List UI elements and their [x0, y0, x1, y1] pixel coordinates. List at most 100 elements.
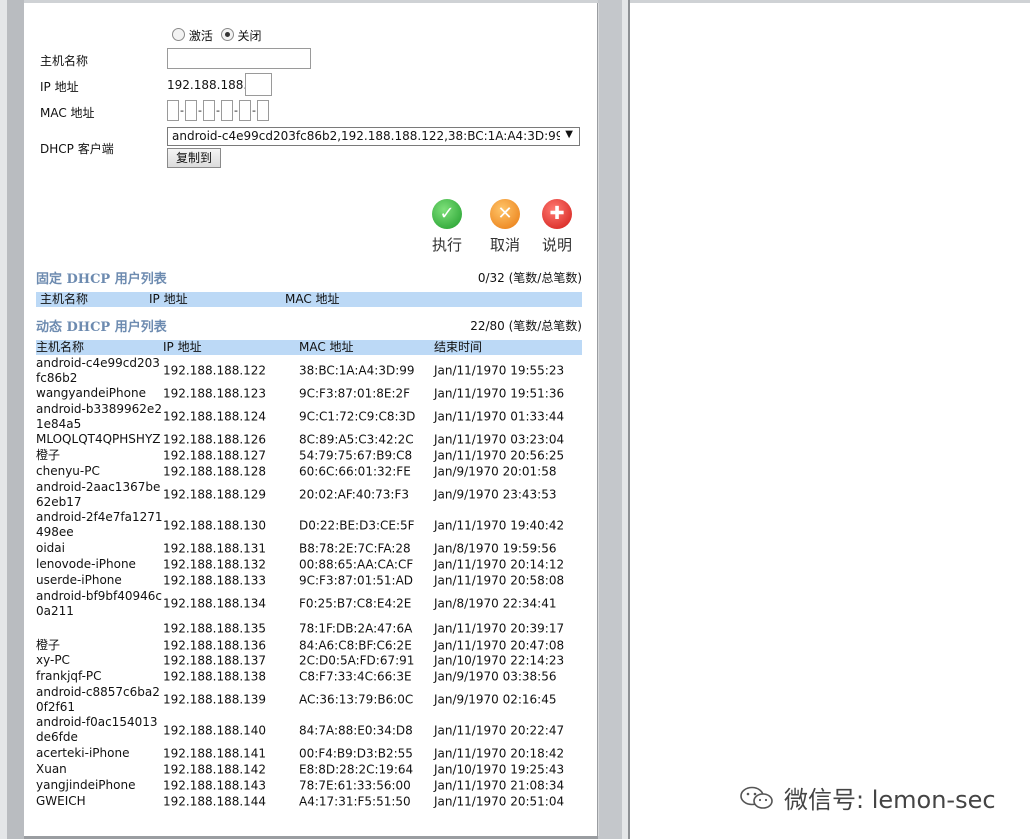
ip-last-octet-input[interactable] [245, 73, 272, 96]
cell-hostname: yangjindeiPhone [36, 778, 136, 792]
cell-mac: 78:7E:61:33:56:00 [299, 778, 411, 793]
cancel-label: 取消 [489, 236, 520, 254]
cell-ip: 192.188.188.126 [163, 432, 267, 447]
cell-ip: 192.188.188.131 [163, 541, 267, 556]
table-row: android-c4e99cd203fc86b2 192.188.188.122 3… [36, 356, 582, 386]
dynamic-list-header: 主机名称 IP 地址 MAC 地址 结束时间 [36, 340, 582, 355]
cancel-x-icon: ✕ [490, 199, 520, 229]
execute-button[interactable]: ✓ 执行 [427, 199, 467, 255]
help-button[interactable]: ✚ 说明 [537, 199, 577, 255]
cell-mac: 8C:89:A5:C3:42:2C [299, 432, 414, 447]
cell-ip: 192.188.188.122 [163, 363, 267, 378]
cell-ip: 192.188.188.135 [163, 621, 267, 635]
mac-octet-5-input[interactable] [239, 100, 251, 121]
cell-end-time: Jan/9/1970 23:43:53 [434, 487, 557, 502]
cell-mac: 20:02:AF:40:73:F3 [299, 487, 410, 502]
table-row: GWEICH 192.188.188.144 A4:17:31:F5:51:50 Ja… [36, 794, 582, 810]
cell-ip: 192.188.188.128 [163, 464, 267, 479]
cell-mac: 2C:D0:5A:FD:67:91 [299, 653, 415, 668]
wechat-icon [740, 786, 774, 810]
table-row: 橙子 192.188.188.127 54:79:75:67:B9:C8 Jan/11… [36, 448, 582, 464]
cell-hostname: oidai [36, 541, 65, 555]
cell-end-time: Jan/9/1970 20:01:58 [434, 464, 557, 479]
radio-close[interactable] [220, 28, 234, 41]
checkmark-icon: ✓ [432, 199, 462, 229]
column-header-mac: MAC 地址 [299, 340, 354, 354]
cell-mac: 84:A6:C8:BF:C6:2E [299, 638, 412, 652]
dhcp-client-label: DHCP 客户端 [40, 142, 114, 156]
mac-octet-1-input[interactable] [167, 100, 179, 121]
table-row: android-f0ac154013de6fde 192.188.188.140 8… [36, 715, 582, 746]
copy-to-button[interactable]: 复制到 [167, 148, 221, 168]
cell-hostname: chenyu-PC [36, 464, 100, 478]
cell-end-time: Jan/11/1970 20:39:17 [434, 621, 565, 635]
ip-prefix: 192.188.188. [167, 78, 248, 92]
cell-end-time: Jan/11/1970 20:51:04 [434, 794, 565, 809]
dynamic-dhcp-table: android-c4e99cd203fc86b2 192.188.188.122 3… [36, 356, 582, 810]
column-header-end-time: 结束时间 [434, 340, 483, 354]
dynamic-list-count: 22/80 (笔数/总笔数) [470, 319, 582, 333]
cell-end-time: Jan/10/1970 19:25:43 [434, 762, 565, 777]
table-row: acerteki-iPhone 192.188.188.141 00:F4:B9:D… [36, 746, 582, 762]
column-header-ip: IP 地址 [149, 292, 188, 306]
table-row: lenovode-iPhone 192.188.188.132 00:88:65:A… [36, 557, 582, 573]
ip-label: IP 地址 [40, 80, 79, 94]
mac-label: MAC 地址 [40, 106, 95, 120]
table-row: android-2f4e7fa1271498ee 192.188.188.130 D… [36, 510, 582, 541]
table-row: yangjindeiPhone 192.188.188.143 78:7E:61:3… [36, 778, 582, 794]
dropdown-arrow-icon: ▼ [565, 129, 573, 140]
cell-mac: 38:BC:1A:A4:3D:99 [299, 363, 415, 378]
cell-ip: 192.188.188.134 [163, 596, 267, 611]
plus-help-icon: ✚ [542, 199, 572, 229]
cell-hostname: GWEICH [36, 794, 86, 808]
table-row: 192.188.188.135 78:1F:DB:2A:47:6A Jan/11/1… [36, 619, 582, 638]
cell-hostname: MLOQLQT4QPHSHYZ [36, 432, 161, 446]
cell-mac: 78:1F:DB:2A:47:6A [299, 621, 413, 635]
cell-ip: 192.188.188.143 [163, 778, 267, 793]
radio-activate[interactable] [172, 28, 185, 41]
cell-end-time: Jan/9/1970 03:38:56 [434, 669, 557, 684]
cell-end-time: Jan/11/1970 19:40:42 [434, 518, 565, 532]
cell-end-time: Jan/11/1970 03:23:04 [434, 432, 565, 447]
cell-ip: 192.188.188.124 [163, 409, 267, 424]
mac-octet-4-input[interactable] [221, 100, 233, 121]
cell-hostname: android-2aac1367be62eb17 [36, 480, 161, 509]
table-row: android-c8857c6ba20f2f61 192.188.188.139 A… [36, 685, 582, 715]
mac-octet-6-input[interactable] [257, 100, 269, 121]
cell-mac: F0:25:B7:C8:E4:2E [299, 596, 412, 611]
cell-mac: D0:22:BE:D3:CE:5F [299, 518, 415, 532]
table-row: Xuan 192.188.188.142 E8:8D:28:2C:19:64 Jan/… [36, 762, 582, 778]
status-radio-group: 激活 关闭 [172, 27, 262, 44]
cell-mac: C8:F7:33:4C:66:3E [299, 669, 412, 684]
cell-ip: 192.188.188.129 [163, 487, 267, 502]
static-list-header: 主机名称 IP 地址 MAC 地址 [36, 292, 582, 307]
table-row: userde-iPhone 192.188.188.133 9C:F3:87:01:… [36, 573, 582, 589]
hostname-input[interactable] [167, 48, 311, 69]
cell-hostname: Xuan [36, 762, 67, 776]
mac-octet-2-input[interactable] [185, 100, 197, 121]
table-row: xy-PC 192.188.188.137 2C:D0:5A:FD:67:91 Jan… [36, 653, 582, 669]
column-header-hostname: 主机名称 [36, 340, 85, 354]
execute-label: 执行 [431, 236, 462, 254]
cell-end-time: Jan/8/1970 22:34:41 [434, 596, 557, 611]
cell-hostname: android-2f4e7fa1271498ee [36, 510, 163, 539]
scrollbar-track[interactable] [598, 0, 630, 839]
cell-end-time: Jan/11/1970 20:56:25 [434, 448, 565, 463]
cancel-button[interactable]: ✕ 取消 [485, 199, 525, 255]
cell-ip: 192.188.188.140 [163, 723, 267, 737]
radio-activate-label: 激活 [188, 29, 213, 43]
dhcp-client-select[interactable]: android-c4e99cd203fc86b2,192.188.188.122… [167, 127, 580, 146]
cell-hostname: android-c4e99cd203fc86b2 [36, 356, 160, 385]
cell-end-time: Jan/11/1970 19:51:36 [434, 386, 565, 401]
dynamic-list-title: 动态 DHCP 用户列表 [36, 320, 167, 335]
mac-octet-3-input[interactable] [203, 100, 215, 121]
cell-mac: 54:79:75:67:B9:C8 [299, 448, 413, 463]
cell-ip: 192.188.188.132 [163, 557, 267, 572]
left-window-edge [0, 0, 24, 839]
cell-ip: 192.188.188.136 [163, 638, 267, 652]
cell-hostname: acerteki-iPhone [36, 746, 130, 760]
cell-end-time: Jan/9/1970 02:16:45 [434, 692, 557, 707]
cell-end-time: Jan/11/1970 01:33:44 [434, 409, 565, 424]
cell-mac: 60:6C:66:01:32:FE [299, 464, 411, 479]
table-row: android-bf9bf40946c0a211 192.188.188.134 F… [36, 589, 582, 619]
